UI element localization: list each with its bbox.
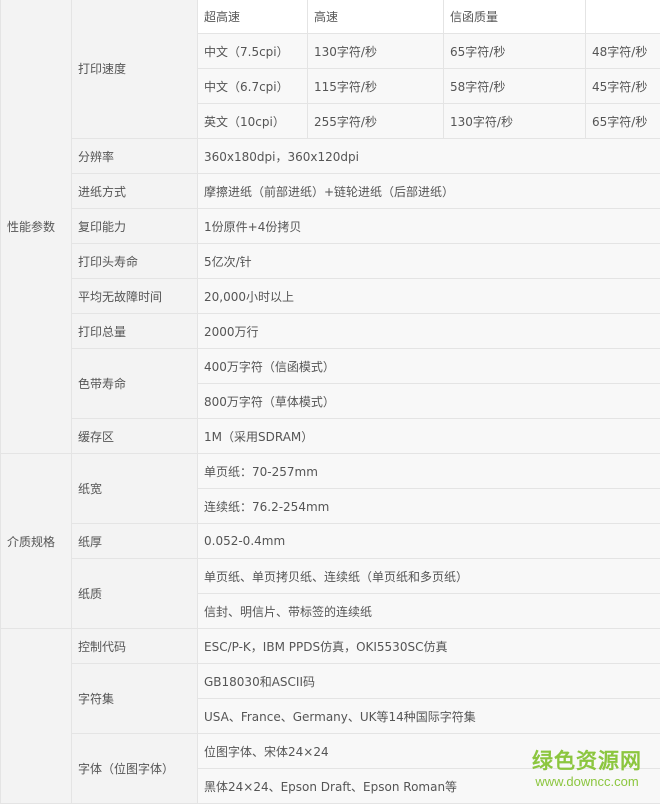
value-total-print: 2000万行 [198, 314, 660, 349]
speed-header-cell: 超高速 [198, 0, 308, 34]
table-row: 控制代码 ESC/P-K，IBM PPDS仿真，OKI5530SC仿真 [1, 629, 660, 664]
category-media: 介质规格 [1, 454, 72, 629]
table-row: 色带寿命 400万字符（信函模式） [1, 349, 660, 384]
speed-cell: 65字符/秒 [586, 104, 660, 139]
category-performance: 性能参数 [1, 0, 72, 454]
param-buffer: 缓存区 [72, 419, 198, 454]
table-row: 打印头寿命 5亿次/针 [1, 244, 660, 279]
param-copy-capability: 复印能力 [72, 209, 198, 244]
speed-header-cell: 高速 [308, 0, 444, 34]
param-print-speed: 打印速度 [72, 0, 198, 139]
speed-cell: 115字符/秒 [308, 69, 444, 104]
table-row: 平均无故障时间 20,000小时以上 [1, 279, 660, 314]
param-paper-feed: 进纸方式 [72, 174, 198, 209]
speed-header-cell: 信函质量 [444, 0, 586, 34]
value-paper-width: 单页纸：70-257mm [198, 454, 660, 489]
param-paper-quality: 纸质 [72, 559, 198, 629]
spec-table: 性能参数 打印速度 超高速 高速 信函质量 中文（7.5cpi） 130字符/秒… [0, 0, 660, 804]
speed-cell: 45字符/秒 [586, 69, 660, 104]
value-resolution: 360x180dpi，360x120dpi [198, 139, 660, 174]
param-font: 字体（位图字体） [72, 734, 198, 804]
watermark-url: www.downcc.com [532, 775, 642, 788]
param-head-life: 打印头寿命 [72, 244, 198, 279]
speed-header-cell [586, 0, 660, 34]
table-row: 缓存区 1M（采用SDRAM） [1, 419, 660, 454]
value-charset: GB18030和ASCII码 [198, 664, 660, 699]
table-row: 字符集 GB18030和ASCII码 [1, 664, 660, 699]
value-head-life: 5亿次/针 [198, 244, 660, 279]
param-charset: 字符集 [72, 664, 198, 734]
param-total-print: 打印总量 [72, 314, 198, 349]
table-row: 性能参数 打印速度 超高速 高速 信函质量 [1, 0, 660, 34]
table-row: 复印能力 1份原件+4份拷贝 [1, 209, 660, 244]
site-watermark: 绿色资源网 www.downcc.com [532, 751, 642, 788]
category-other [1, 629, 72, 804]
param-paper-width: 纸宽 [72, 454, 198, 524]
speed-cell: 英文（10cpi） [198, 104, 308, 139]
param-resolution: 分辨率 [72, 139, 198, 174]
value-charset: USA、France、Germany、UK等14种国际字符集 [198, 699, 660, 734]
table-row: 纸质 单页纸、单页拷贝纸、连续纸（单页纸和多页纸） [1, 559, 660, 594]
speed-cell: 58字符/秒 [444, 69, 586, 104]
table-row: 打印总量 2000万行 [1, 314, 660, 349]
param-paper-thickness: 纸厚 [72, 524, 198, 559]
value-paper-quality: 信封、明信片、带标签的连续纸 [198, 594, 660, 629]
value-mtbf: 20,000小时以上 [198, 279, 660, 314]
value-control-code: ESC/P-K，IBM PPDS仿真，OKI5530SC仿真 [198, 629, 660, 664]
speed-cell: 255字符/秒 [308, 104, 444, 139]
speed-cell: 中文（7.5cpi） [198, 34, 308, 69]
value-buffer: 1M（采用SDRAM） [198, 419, 660, 454]
table-row: 纸厚 0.052-0.4mm [1, 524, 660, 559]
value-paper-feed: 摩擦进纸（前部进纸）+链轮进纸（后部进纸） [198, 174, 660, 209]
param-ribbon-life: 色带寿命 [72, 349, 198, 419]
watermark-title: 绿色资源网 [532, 751, 642, 772]
value-copy-capability: 1份原件+4份拷贝 [198, 209, 660, 244]
speed-cell: 中文（6.7cpi） [198, 69, 308, 104]
speed-cell: 48字符/秒 [586, 34, 660, 69]
param-control-code: 控制代码 [72, 629, 198, 664]
value-paper-quality: 单页纸、单页拷贝纸、连续纸（单页纸和多页纸） [198, 559, 660, 594]
speed-cell: 65字符/秒 [444, 34, 586, 69]
speed-cell: 130字符/秒 [308, 34, 444, 69]
table-row: 进纸方式 摩擦进纸（前部进纸）+链轮进纸（后部进纸） [1, 174, 660, 209]
value-paper-thickness: 0.052-0.4mm [198, 524, 660, 559]
value-ribbon-life: 400万字符（信函模式） [198, 349, 660, 384]
param-mtbf: 平均无故障时间 [72, 279, 198, 314]
value-paper-width: 连续纸：76.2-254mm [198, 489, 660, 524]
table-row: 分辨率 360x180dpi，360x120dpi [1, 139, 660, 174]
value-ribbon-life: 800万字符（草体模式） [198, 384, 660, 419]
table-row: 介质规格 纸宽 单页纸：70-257mm [1, 454, 660, 489]
speed-cell: 130字符/秒 [444, 104, 586, 139]
